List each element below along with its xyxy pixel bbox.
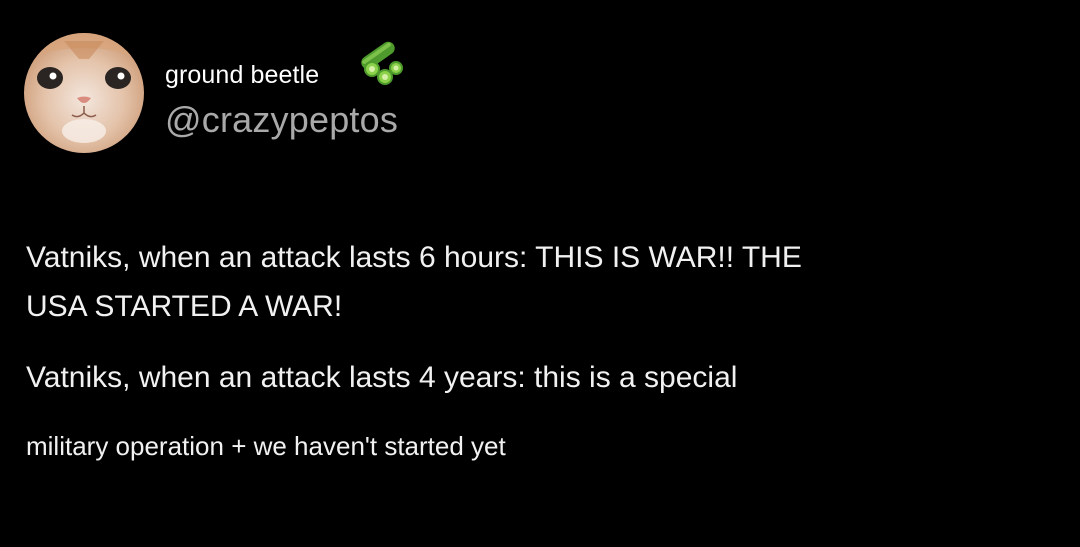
avatar[interactable] bbox=[24, 33, 144, 153]
post-card: ground beetle @crazypeptos Vatniks, when… bbox=[0, 0, 1080, 547]
author-row: ground beetle bbox=[165, 41, 411, 92]
post-text-line: USA STARTED A WAR! bbox=[26, 290, 343, 323]
post-text-paragraph-1: Vatniks, when an attack lasts 6 hours: T… bbox=[26, 233, 802, 331]
post-text-paragraph-3: military operation + we haven't started … bbox=[26, 428, 506, 464]
kitten-avatar-icon bbox=[24, 33, 144, 153]
post-text-paragraph-2: Vatniks, when an attack lasts 4 years: t… bbox=[26, 359, 737, 397]
post-text-line: Vatniks, when an attack lasts 6 hours: T… bbox=[26, 241, 802, 274]
display-name[interactable]: ground beetle bbox=[165, 61, 319, 90]
author-handle[interactable]: @crazypeptos bbox=[165, 99, 398, 141]
post-text-line: Vatniks, when an attack lasts 4 years: t… bbox=[26, 361, 738, 394]
cucumber-icon bbox=[361, 41, 404, 85]
post-text-line: military operation + we haven't started … bbox=[26, 431, 506, 461]
